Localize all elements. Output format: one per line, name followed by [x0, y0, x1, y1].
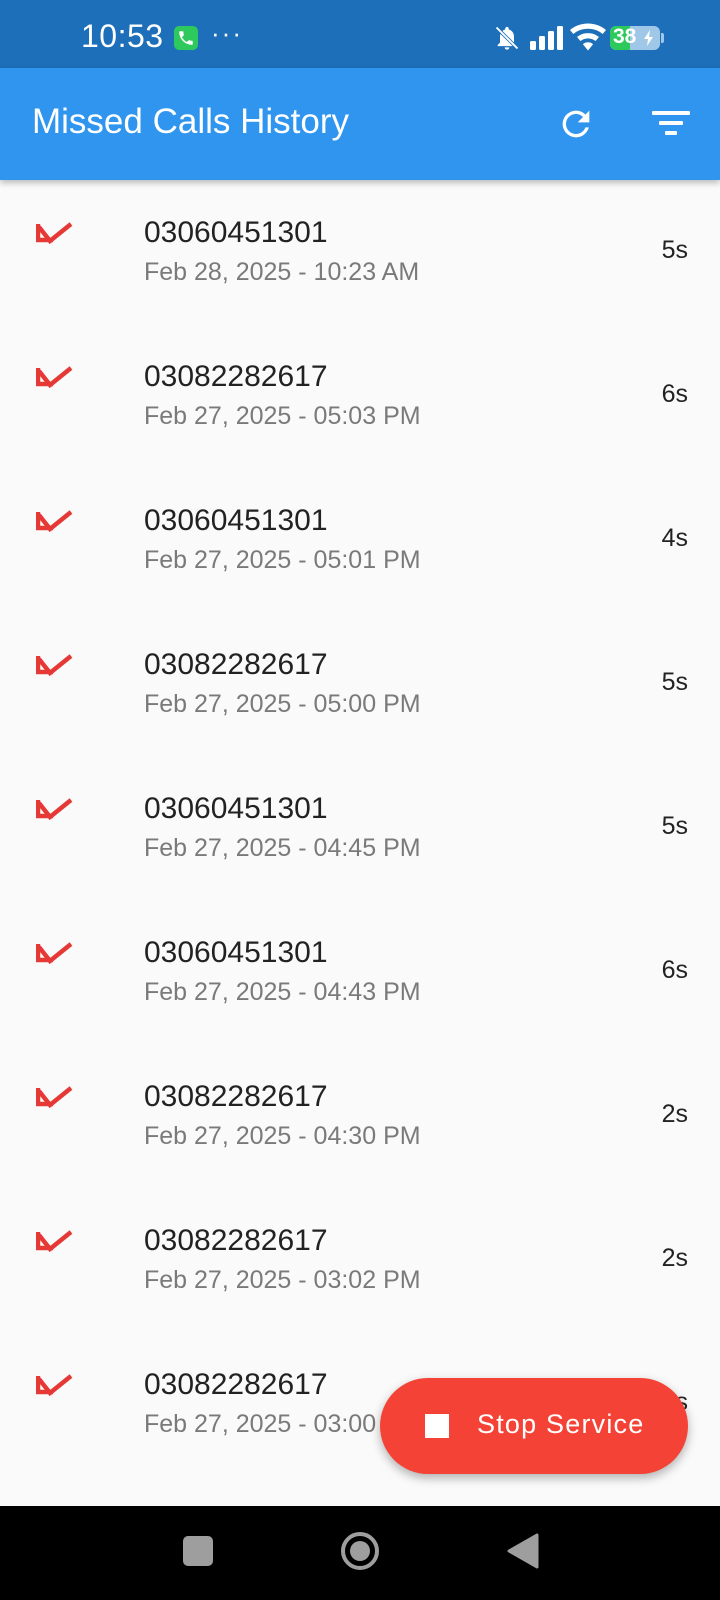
home-button[interactable] — [340, 1531, 380, 1571]
list-item[interactable]: 03060451301 Feb 27, 2025 - 04:43 PM 6s — [0, 900, 720, 1044]
recents-button[interactable] — [183, 1536, 213, 1566]
missed-call-icon — [36, 654, 73, 677]
call-datetime: Feb 27, 2025 - 05:01 PM — [144, 546, 421, 574]
call-datetime: Feb 27, 2025 - 04:45 PM — [144, 834, 421, 862]
stop-service-button[interactable]: Stop Service — [380, 1378, 688, 1474]
call-number: 03082282617 — [144, 1080, 328, 1113]
call-duration: 2s — [661, 1100, 688, 1128]
stop-icon — [425, 1414, 449, 1438]
missed-call-icon — [36, 1086, 73, 1109]
call-duration: 4s — [661, 524, 688, 552]
filter-icon — [652, 111, 690, 135]
call-duration: 5s — [661, 668, 688, 696]
call-duration: 2s — [661, 1244, 688, 1272]
missed-call-icon — [36, 510, 73, 533]
missed-call-icon — [36, 1374, 73, 1397]
call-number: 03060451301 — [144, 936, 328, 969]
call-number: 03060451301 — [144, 504, 328, 537]
call-datetime: Feb 27, 2025 - 03:02 PM — [144, 1266, 421, 1294]
list-item[interactable]: 03082282617 Feb 27, 2025 - 05:03 PM 6s — [0, 324, 720, 468]
missed-calls-list: 03060451301 Feb 28, 2025 - 10:23 AM 5s 0… — [0, 180, 720, 1476]
page-title: Missed Calls History — [32, 102, 349, 141]
battery-charging-icon: 38 — [610, 26, 660, 50]
call-duration: 6s — [661, 380, 688, 408]
missed-call-icon — [36, 942, 73, 965]
list-item[interactable]: 03082282617 Feb 27, 2025 - 03:02 PM 2s — [0, 1188, 720, 1332]
back-button[interactable] — [505, 1533, 539, 1569]
call-datetime: Feb 27, 2025 - 04:30 PM — [144, 1122, 421, 1150]
call-datetime: Feb 27, 2025 - 05:03 PM — [144, 402, 421, 430]
call-number: 03082282617 — [144, 1224, 328, 1257]
call-number: 03082282617 — [144, 648, 328, 681]
more-notifications-indicator: ··· — [211, 18, 243, 48]
call-duration: 5s — [661, 812, 688, 840]
refresh-icon — [562, 110, 590, 138]
call-number: 03082282617 — [144, 1368, 328, 1401]
status-bar: 10:53 ··· 38 — [0, 0, 720, 68]
app-bar: Missed Calls History — [0, 68, 720, 180]
screen: 10:53 ··· 38 Missed Calls History 030604… — [0, 0, 720, 1600]
call-duration: 6s — [661, 956, 688, 984]
call-number: 03060451301 — [144, 216, 328, 249]
missed-call-icon — [36, 222, 73, 245]
filter-button[interactable] — [652, 108, 692, 142]
refresh-button[interactable] — [556, 104, 596, 144]
call-number: 03082282617 — [144, 360, 328, 393]
call-duration: 5s — [661, 236, 688, 264]
stop-service-label: Stop Service — [477, 1409, 645, 1439]
list-item[interactable]: 03060451301 Feb 27, 2025 - 05:01 PM 4s — [0, 468, 720, 612]
call-datetime: Feb 28, 2025 - 10:23 AM — [144, 258, 420, 286]
call-datetime: Feb 27, 2025 - 05:00 PM — [144, 690, 421, 718]
list-item[interactable]: 03082282617 Feb 27, 2025 - 05:00 PM 5s — [0, 612, 720, 756]
signal-icon — [530, 26, 563, 50]
call-datetime: Feb 27, 2025 - 04:43 PM — [144, 978, 421, 1006]
list-item[interactable]: 03082282617 Feb 27, 2025 - 04:30 PM 2s — [0, 1044, 720, 1188]
missed-call-icon — [36, 366, 73, 389]
list-item[interactable]: 03060451301 Feb 27, 2025 - 04:45 PM 5s — [0, 756, 720, 900]
wifi-icon — [570, 23, 606, 51]
bell-muted-icon — [495, 26, 519, 50]
phone-call-notification-icon — [174, 26, 198, 50]
battery-tip — [661, 33, 664, 43]
call-number: 03060451301 — [144, 792, 328, 825]
missed-call-icon — [36, 1230, 73, 1253]
list-item[interactable]: 03060451301 Feb 28, 2025 - 10:23 AM 5s — [0, 180, 720, 324]
system-nav-bar — [0, 1506, 720, 1600]
missed-call-icon — [36, 798, 73, 821]
status-time: 10:53 — [81, 18, 164, 54]
battery-level: 38 — [613, 26, 637, 48]
